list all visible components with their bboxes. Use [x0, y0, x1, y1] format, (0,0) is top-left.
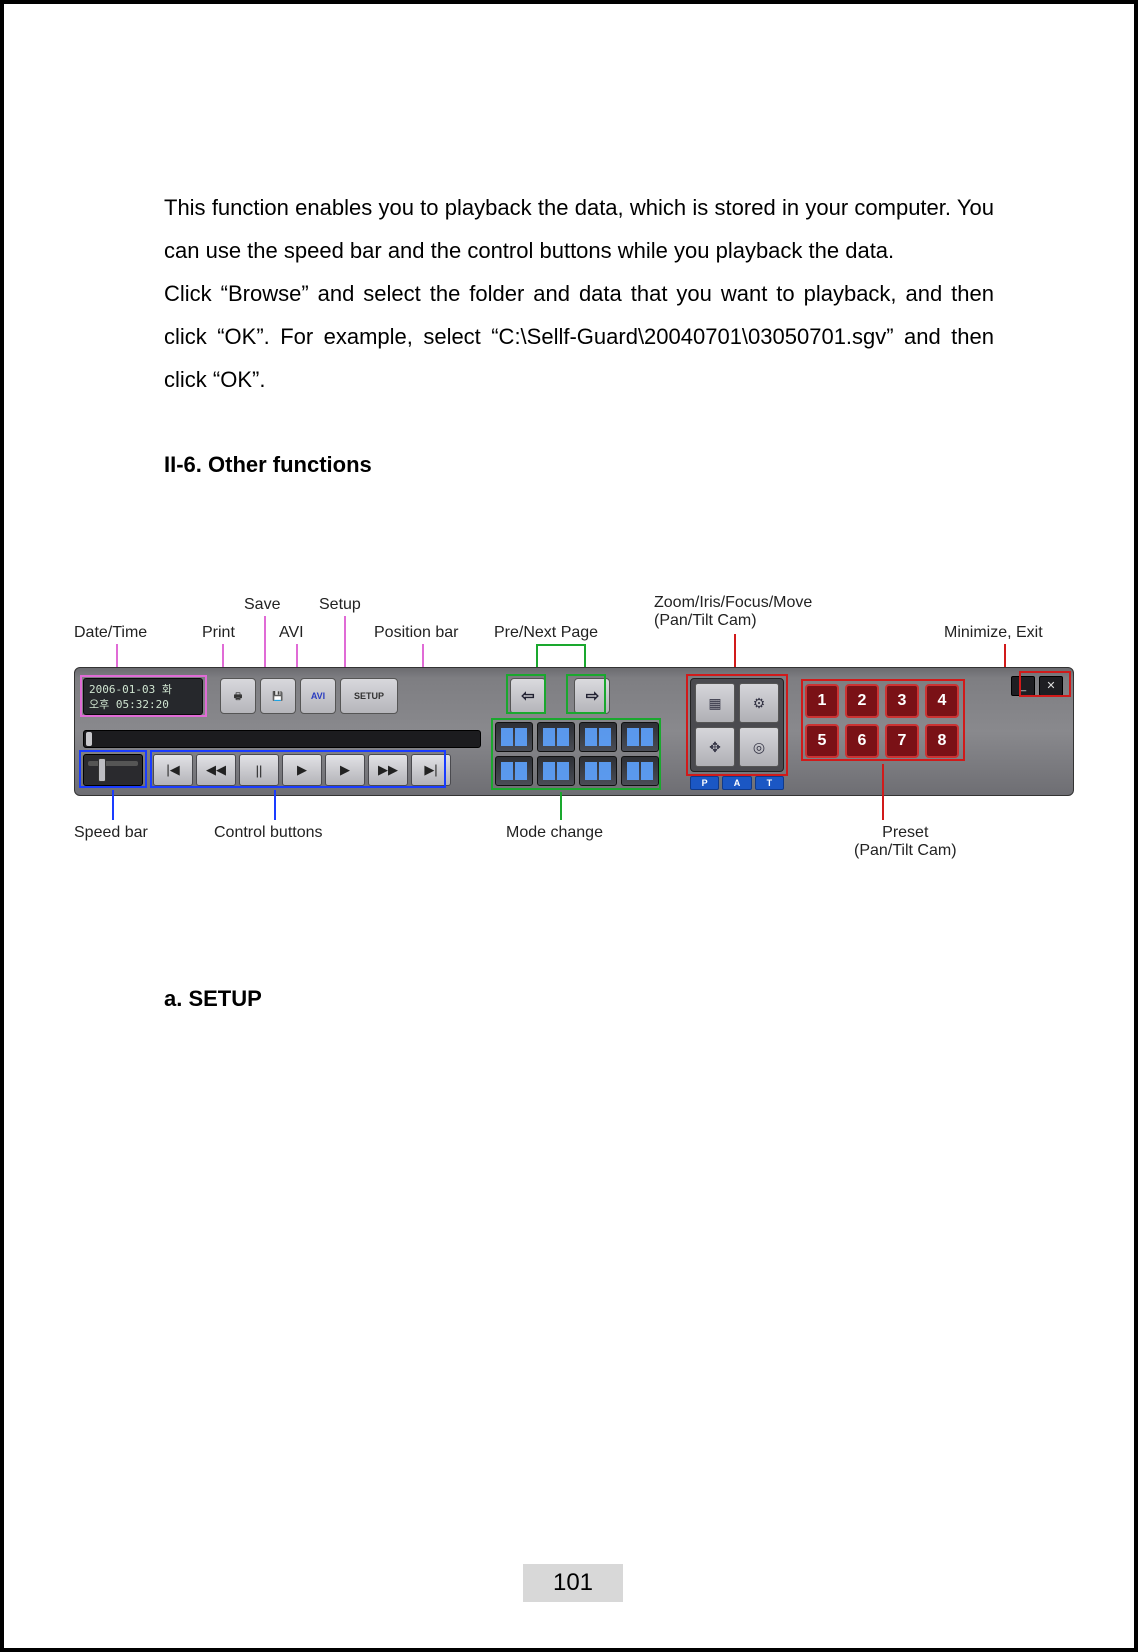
ptz-p[interactable]: P	[690, 776, 719, 790]
page-number: 101	[523, 1564, 623, 1602]
annot-rect-datetime	[80, 675, 207, 717]
leader-controls	[274, 790, 276, 820]
position-bar[interactable]	[83, 730, 481, 748]
annot-rect-mode	[491, 718, 661, 790]
annot-rect-speedbar	[79, 750, 147, 788]
toolbar-diagram: Date/Time Print Save AVI Setup Position …	[74, 574, 1074, 884]
label-control-buttons: Control buttons	[214, 824, 323, 842]
annot-rect-next	[566, 674, 606, 714]
leader-speedbar	[112, 790, 114, 820]
label-date-time: Date/Time	[74, 624, 147, 642]
leader-mode	[560, 792, 562, 820]
heading-other-functions: II-6. Other functions	[164, 452, 372, 478]
print-icon: 🖶	[234, 691, 243, 701]
annot-rect-ptz	[686, 674, 788, 776]
label-avi: AVI	[279, 624, 304, 642]
label-preset: Preset (Pan/Tilt Cam)	[854, 824, 957, 860]
leader-preset	[882, 764, 884, 820]
label-speed-bar: Speed bar	[74, 824, 148, 842]
label-minimize-exit: Minimize, Exit	[944, 624, 1043, 642]
setup-label: SETUP	[354, 691, 384, 701]
ptz-letter-bar: P A T	[690, 776, 784, 790]
annot-rect-winbtns	[1019, 671, 1071, 697]
setup-button[interactable]: SETUP	[340, 678, 398, 714]
label-zoom-iris: Zoom/Iris/Focus/Move (Pan/Tilt Cam)	[654, 594, 812, 630]
label-position-bar: Position bar	[374, 624, 459, 642]
annot-rect-preset	[801, 679, 965, 761]
save-icon: 💾	[272, 691, 283, 701]
heading-setup: a. SETUP	[164, 986, 262, 1012]
annot-rect-prev	[506, 674, 546, 714]
page: This function enables you to playback th…	[0, 0, 1138, 1652]
body-paragraph: This function enables you to playback th…	[164, 186, 994, 401]
label-save: Save	[244, 596, 280, 614]
avi-icon: AVI	[311, 691, 325, 701]
ptz-a[interactable]: A	[722, 776, 751, 790]
print-button[interactable]: 🖶	[220, 678, 256, 714]
label-setup: Setup	[319, 596, 361, 614]
leader-prenext-join	[536, 644, 584, 646]
annot-rect-controls	[150, 750, 446, 788]
save-button[interactable]: 💾	[260, 678, 296, 714]
label-pre-next: Pre/Next Page	[494, 624, 598, 642]
label-print: Print	[202, 624, 235, 642]
label-mode-change: Mode change	[506, 824, 603, 842]
ptz-t[interactable]: T	[755, 776, 784, 790]
avi-button[interactable]: AVI	[300, 678, 336, 714]
